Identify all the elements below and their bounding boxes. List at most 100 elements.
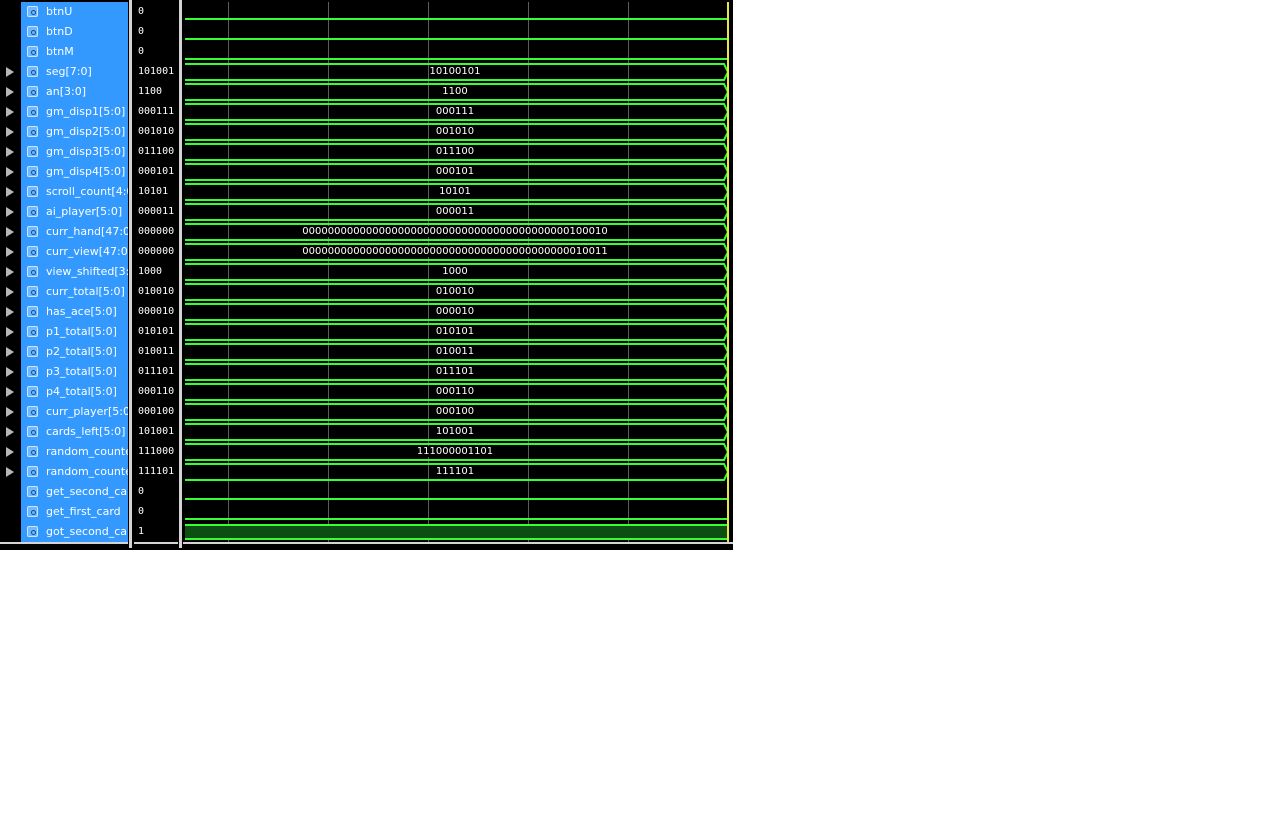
signal-name-cell[interactable]: scroll_count[4:0]: [21, 182, 128, 202]
signal-name-cell[interactable]: an[3:0]: [21, 82, 128, 102]
expand-arrow-icon[interactable]: [6, 347, 14, 357]
signal-row[interactable]: btnM: [0, 42, 128, 62]
signal-row[interactable]: ai_player[5:0]: [0, 202, 128, 222]
signal-waveform[interactable]: [183, 502, 729, 522]
signal-row[interactable]: get_second_card: [0, 482, 128, 502]
expand-arrow-icon[interactable]: [6, 127, 14, 137]
signal-name-cell[interactable]: p2_total[5:0]: [21, 342, 128, 362]
signal-waveform[interactable]: [183, 482, 729, 502]
signal-waveform[interactable]: [183, 2, 729, 22]
signal-name-cell[interactable]: has_ace[5:0]: [21, 302, 128, 322]
expand-arrow-icon[interactable]: [6, 287, 14, 297]
expand-arrow-icon[interactable]: [6, 407, 14, 417]
signal-waveform[interactable]: 111101: [183, 462, 729, 482]
signal-row[interactable]: an[3:0]: [0, 82, 128, 102]
value-wave-divider[interactable]: [179, 0, 182, 548]
expand-arrow-icon[interactable]: [6, 467, 14, 477]
signal-name-cell[interactable]: p3_total[5:0]: [21, 362, 128, 382]
expand-arrow-icon[interactable]: [6, 387, 14, 397]
signal-waveform[interactable]: 000111: [183, 102, 729, 122]
signal-waveform[interactable]: 1100: [183, 82, 729, 102]
signal-waveform[interactable]: 10100101: [183, 62, 729, 82]
expand-arrow-icon[interactable]: [6, 187, 14, 197]
expand-arrow-icon[interactable]: [6, 167, 14, 177]
signal-name-cell[interactable]: get_second_card: [21, 482, 128, 502]
signal-row[interactable]: p4_total[5:0]: [0, 382, 128, 402]
expand-arrow-icon[interactable]: [6, 247, 14, 257]
signal-waveform[interactable]: 010010: [183, 282, 729, 302]
signal-name-cell[interactable]: btnU: [21, 2, 128, 22]
expand-arrow-icon[interactable]: [6, 227, 14, 237]
signal-waveform[interactable]: 010011: [183, 342, 729, 362]
signal-row[interactable]: btnU: [0, 2, 128, 22]
signal-row[interactable]: scroll_count[4:0]: [0, 182, 128, 202]
signal-name-cell[interactable]: gm_disp4[5:0]: [21, 162, 128, 182]
signal-waveform[interactable]: 011100: [183, 142, 729, 162]
expand-arrow-icon[interactable]: [6, 87, 14, 97]
signal-row[interactable]: gm_disp4[5:0]: [0, 162, 128, 182]
signal-row[interactable]: p3_total[5:0]: [0, 362, 128, 382]
signal-waveform[interactable]: 0000000000000000000000000000000000000000…: [183, 242, 729, 262]
signal-row[interactable]: p2_total[5:0]: [0, 342, 128, 362]
signal-waveform[interactable]: 101001: [183, 422, 729, 442]
expand-arrow-icon[interactable]: [6, 267, 14, 277]
signal-name-cell[interactable]: curr_total[5:0]: [21, 282, 128, 302]
waveform-area[interactable]: 10100101 1100 000111 001010 011100 000101 1010…: [183, 2, 733, 542]
signal-name-cell[interactable]: curr_player[5:0]: [21, 402, 128, 422]
expand-arrow-icon[interactable]: [6, 67, 14, 77]
signal-row[interactable]: curr_hand[47:0]: [0, 222, 128, 242]
time-cursor[interactable]: [727, 2, 729, 542]
signal-name-cell[interactable]: curr_view[47:0]: [21, 242, 128, 262]
signal-waveform[interactable]: 0000000000000000000000000000000000000000…: [183, 222, 729, 242]
expand-arrow-icon[interactable]: [6, 107, 14, 117]
signal-row[interactable]: view_shifted[3:0]: [0, 262, 128, 282]
signal-waveform[interactable]: 000010: [183, 302, 729, 322]
signal-row[interactable]: curr_total[5:0]: [0, 282, 128, 302]
signal-name-cell[interactable]: random_counter: [21, 442, 128, 462]
signal-name-cell[interactable]: curr_hand[47:0]: [21, 222, 128, 242]
signal-row[interactable]: get_first_card: [0, 502, 128, 522]
signal-row[interactable]: gm_disp3[5:0]: [0, 142, 128, 162]
signal-waveform[interactable]: [183, 22, 729, 42]
signal-name-cell[interactable]: p4_total[5:0]: [21, 382, 128, 402]
signal-waveform[interactable]: 001010: [183, 122, 729, 142]
expand-arrow-icon[interactable]: [6, 307, 14, 317]
signal-name-cell[interactable]: get_first_card: [21, 502, 128, 522]
signal-name-cell[interactable]: random_counter: [21, 462, 128, 482]
signal-waveform[interactable]: 010101: [183, 322, 729, 342]
name-value-divider[interactable]: [129, 0, 132, 548]
expand-arrow-icon[interactable]: [6, 147, 14, 157]
signal-name-cell[interactable]: seg[7:0]: [21, 62, 128, 82]
signal-row[interactable]: cards_left[5:0]: [0, 422, 128, 442]
signal-row[interactable]: has_ace[5:0]: [0, 302, 128, 322]
signal-name-cell[interactable]: got_second_card: [21, 522, 128, 542]
expand-arrow-icon[interactable]: [6, 367, 14, 377]
signal-name-cell[interactable]: btnM: [21, 42, 128, 62]
signal-waveform[interactable]: 111000001101: [183, 442, 729, 462]
expand-arrow-icon[interactable]: [6, 207, 14, 217]
signal-name-cell[interactable]: ai_player[5:0]: [21, 202, 128, 222]
signal-waveform[interactable]: 011101: [183, 362, 729, 382]
signal-name-cell[interactable]: p1_total[5:0]: [21, 322, 128, 342]
signal-waveform[interactable]: 000011: [183, 202, 729, 222]
signal-row[interactable]: curr_view[47:0]: [0, 242, 128, 262]
signal-waveform[interactable]: 000110: [183, 382, 729, 402]
signal-row[interactable]: random_counter: [0, 462, 128, 482]
expand-arrow-icon[interactable]: [6, 427, 14, 437]
signal-name-cell[interactable]: btnD: [21, 22, 128, 42]
signal-waveform[interactable]: 10101: [183, 182, 729, 202]
signal-waveform[interactable]: 000100: [183, 402, 729, 422]
signal-row[interactable]: got_second_card: [0, 522, 128, 542]
signal-row[interactable]: gm_disp2[5:0]: [0, 122, 128, 142]
signal-name-cell[interactable]: cards_left[5:0]: [21, 422, 128, 442]
expand-arrow-icon[interactable]: [6, 327, 14, 337]
signal-waveform[interactable]: [183, 42, 729, 62]
signal-name-cell[interactable]: view_shifted[3:0]: [21, 262, 128, 282]
signal-name-cell[interactable]: gm_disp1[5:0]: [21, 102, 128, 122]
signal-name-cell[interactable]: gm_disp2[5:0]: [21, 122, 128, 142]
signal-row[interactable]: p1_total[5:0]: [0, 322, 128, 342]
signal-name-cell[interactable]: gm_disp3[5:0]: [21, 142, 128, 162]
expand-arrow-icon[interactable]: [6, 447, 14, 457]
signal-waveform[interactable]: [183, 522, 729, 542]
signal-row[interactable]: curr_player[5:0]: [0, 402, 128, 422]
